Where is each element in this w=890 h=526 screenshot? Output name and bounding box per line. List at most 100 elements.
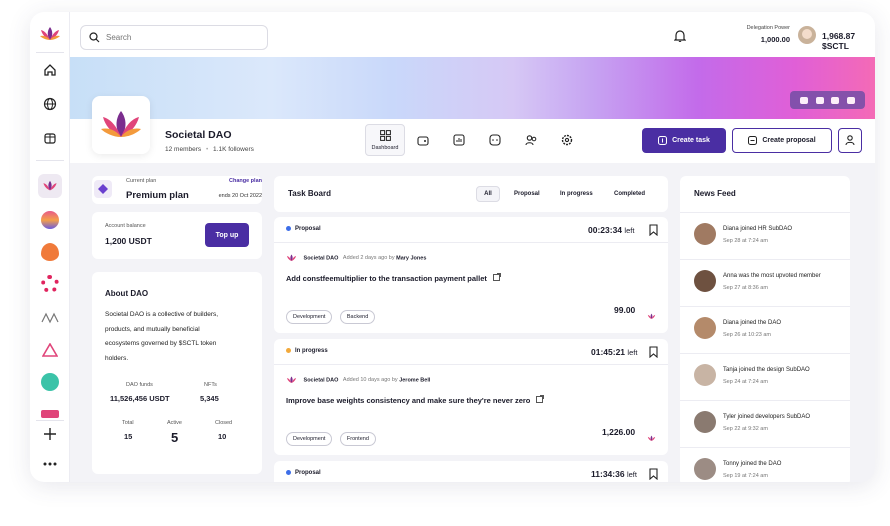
user-icon xyxy=(845,135,855,146)
task-card[interactable]: Proposal 11:34:36 left xyxy=(274,461,668,482)
proposal-icon xyxy=(748,136,758,145)
members-count[interactable]: 12 members xyxy=(165,146,201,153)
task-timer-suffix: left xyxy=(627,348,638,357)
globe-icon[interactable] xyxy=(38,92,62,116)
wallet-balance[interactable]: 1,968.87 $SCTL xyxy=(822,31,875,51)
create-proposal-button[interactable]: Create proposal xyxy=(732,128,832,153)
task-timer-suffix: left xyxy=(626,470,637,479)
task-title[interactable]: Improve base weights consistency and mak… xyxy=(286,395,545,405)
dao-lines-icon[interactable] xyxy=(38,306,62,330)
create-task-button[interactable]: Create task xyxy=(642,128,726,153)
search-box[interactable] xyxy=(80,25,268,50)
news-item[interactable]: Diana joined the DAO Sep 26 at 10:23 am xyxy=(680,308,850,353)
task-author[interactable]: Jerome Bell xyxy=(399,377,430,383)
account-balance-value: 1,200 USDT xyxy=(105,236,152,246)
plan-label: Current plan xyxy=(126,178,157,184)
bookmark-icon[interactable] xyxy=(649,223,658,241)
dao-funds-value: 11,526,456 USDT xyxy=(110,394,170,403)
dao-ring-icon[interactable] xyxy=(38,272,62,296)
add-dao-icon[interactable] xyxy=(38,422,62,446)
task-dao-name[interactable]: Societal DAO xyxy=(304,255,339,261)
search-input[interactable] xyxy=(106,33,256,42)
about-text-line: Societal DAO is a collective of builders… xyxy=(105,311,219,318)
news-item[interactable]: Tanja joined the design SubDAO Sep 24 at… xyxy=(680,355,850,400)
change-plan-link[interactable]: Change plan xyxy=(229,178,262,184)
task-added-text: Added 10 days ago by xyxy=(342,377,398,384)
avatar[interactable] xyxy=(694,458,716,480)
filter-completed[interactable]: Completed xyxy=(614,191,645,197)
more-icon[interactable] xyxy=(38,452,62,476)
nfts-label: NFTs xyxy=(204,382,217,388)
token-icon xyxy=(647,429,656,447)
avatar[interactable] xyxy=(694,364,716,386)
task-card[interactable]: In progress 01:45:21 left Societal DAO A… xyxy=(274,339,668,455)
task-tag[interactable]: Backend xyxy=(339,310,376,324)
bell-icon[interactable] xyxy=(673,29,687,48)
plan-end-date: ends 20 Oct 2022 xyxy=(218,193,262,199)
about-dao-card: About DAO Societal DAO is a collective o… xyxy=(92,272,262,474)
dao-funds-label: DAO funds xyxy=(126,382,153,388)
home-icon[interactable] xyxy=(38,58,62,82)
filter-in-progress[interactable]: In progress xyxy=(560,191,593,197)
social-links xyxy=(790,91,865,109)
external-link-icon[interactable] xyxy=(492,273,501,281)
task-title[interactable]: Add constfeemultiplier to the transactio… xyxy=(286,273,501,283)
task-tag[interactable]: Development xyxy=(286,310,333,324)
lotus-logo-icon[interactable] xyxy=(38,22,62,46)
filter-all[interactable]: All xyxy=(476,186,500,202)
avatar[interactable] xyxy=(694,270,716,292)
task-status: Proposal xyxy=(286,470,321,476)
dao-swirl-icon[interactable] xyxy=(38,208,62,232)
dao-flame-icon[interactable] xyxy=(38,240,62,264)
lotus-icon xyxy=(101,111,141,137)
task-tag[interactable]: Development xyxy=(286,432,333,446)
task-timer: 01:45:21 left xyxy=(591,347,637,357)
task-dao-name[interactable]: Societal DAO xyxy=(304,377,339,383)
task-status-label: Proposal xyxy=(295,226,321,233)
avatar[interactable] xyxy=(694,223,716,245)
task-tag[interactable]: Frontend xyxy=(339,432,376,446)
news-item[interactable]: Tyler joined developers SubDAO Sep 22 at… xyxy=(680,402,850,447)
tab-members[interactable] xyxy=(513,124,549,156)
followers-count[interactable]: 1.1K followers xyxy=(213,146,254,153)
bookmark-icon[interactable] xyxy=(649,467,658,482)
task-timer-value: 11:34:36 xyxy=(591,469,625,479)
filter-proposal[interactable]: Proposal xyxy=(514,191,540,197)
bookmark-icon[interactable] xyxy=(649,345,658,363)
tab-settings[interactable] xyxy=(549,124,585,156)
tab-treasury[interactable] xyxy=(405,124,441,156)
discord-icon[interactable] xyxy=(799,96,808,104)
avatar[interactable] xyxy=(694,317,716,339)
top-up-button[interactable]: Top up xyxy=(205,223,249,247)
user-avatar[interactable] xyxy=(798,26,816,44)
news-text: Diana joined HR SubDAO xyxy=(723,226,793,232)
tiktok-icon[interactable] xyxy=(847,96,856,104)
avatar[interactable] xyxy=(694,411,716,433)
plan-icon xyxy=(94,180,112,198)
dao-societal-icon[interactable] xyxy=(38,174,62,198)
task-card[interactable]: Proposal 00:23:34 left Societal DAO Adde… xyxy=(274,217,668,333)
news-item[interactable]: Tonny joined the DAO Sep 19 at 7:24 am xyxy=(680,449,850,482)
tab-dashboard[interactable]: Dashboard xyxy=(365,124,405,156)
dao-triangle-icon[interactable] xyxy=(38,338,62,362)
about-text-line: products, and mutually beneficial xyxy=(105,325,200,333)
telegram-icon[interactable] xyxy=(815,96,824,104)
external-link-icon[interactable] xyxy=(536,395,545,403)
member-menu-button[interactable] xyxy=(838,128,862,153)
dao-monero-icon[interactable] xyxy=(38,370,62,394)
task-author[interactable]: Mary Jones xyxy=(396,255,426,261)
news-item[interactable]: Anna was the most upvoted member Sep 27 … xyxy=(680,261,850,306)
news-item[interactable]: Diana joined HR SubDAO Sep 28 at 7:24 am xyxy=(680,214,850,259)
lotus-icon xyxy=(287,254,296,261)
tab-chat[interactable] xyxy=(477,124,513,156)
add-task-icon xyxy=(658,136,668,145)
tab-stats[interactable] xyxy=(441,124,477,156)
task-tags: Development Frontend xyxy=(286,427,379,446)
task-board-header: Task Board All Proposal In progress Comp… xyxy=(274,176,668,212)
news-text: Anna was the most upvoted member xyxy=(723,273,821,279)
twitch-icon[interactable] xyxy=(831,96,840,104)
task-meta: Societal DAO Added 2 days ago by Mary Jo… xyxy=(286,254,426,262)
members-icon xyxy=(524,135,536,146)
store-icon[interactable] xyxy=(38,126,62,150)
settings-icon xyxy=(561,134,573,146)
